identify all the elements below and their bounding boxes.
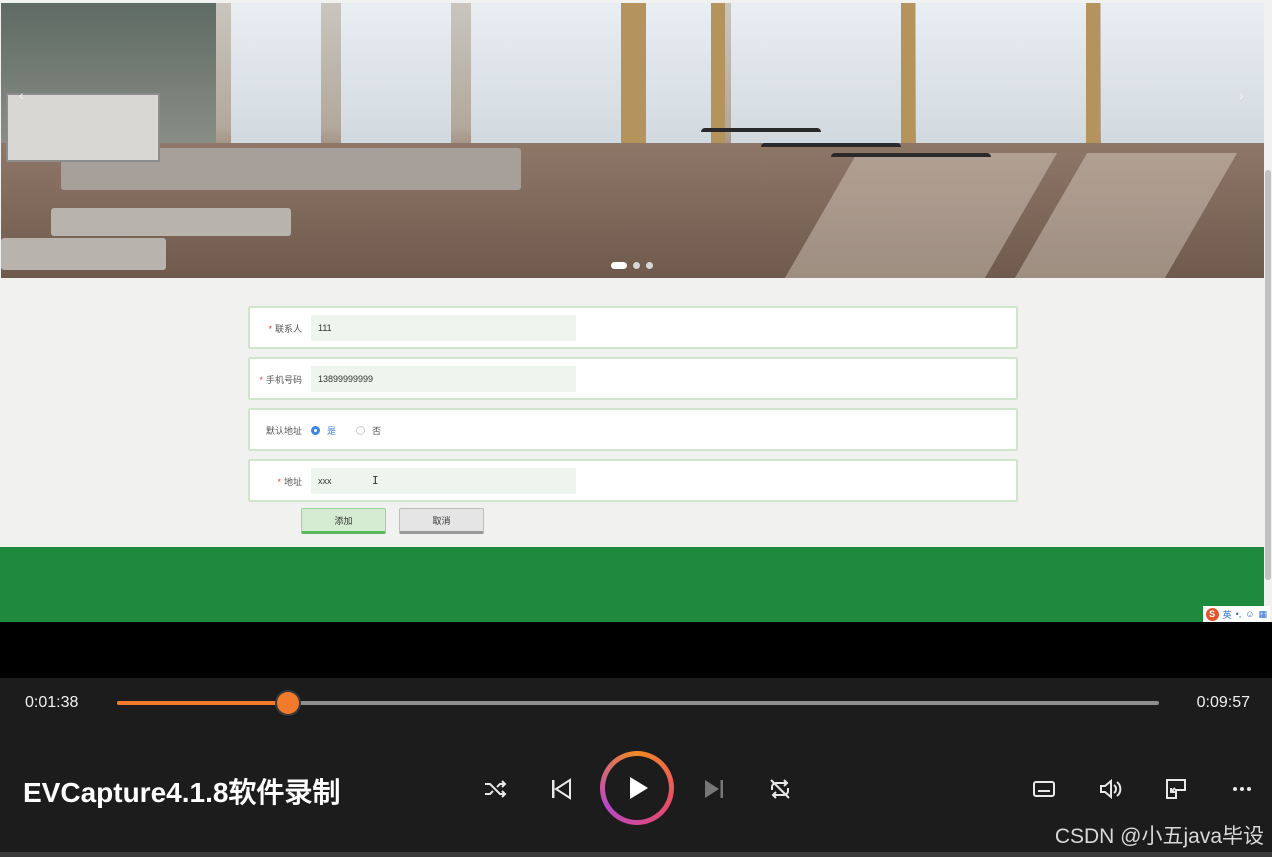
carousel-dots[interactable] <box>611 262 653 269</box>
form-row-default-address: 默认地址 是 否 <box>248 408 1018 451</box>
carousel-prev-icon[interactable]: ‹ <box>19 87 24 103</box>
next-button[interactable] <box>699 774 729 804</box>
page-scrollbar[interactable] <box>1264 0 1272 580</box>
current-time: 0:01:38 <box>25 694 79 711</box>
page-footer <box>0 547 1264 622</box>
repeat-button[interactable] <box>765 774 795 804</box>
total-time: 0:09:57 <box>1196 694 1250 711</box>
shuffle-icon <box>485 780 507 798</box>
more-options-button[interactable] <box>1227 774 1257 804</box>
radio-no[interactable]: 否 <box>356 424 381 437</box>
csdn-watermark: CSDN @小五java毕设 <box>1054 825 1264 848</box>
address-label: * 地址 <box>277 477 302 487</box>
carousel-dot[interactable] <box>646 262 653 269</box>
ime-emoji-icon[interactable]: ☺ <box>1245 609 1254 619</box>
ime-logo-icon: S <box>1205 607 1219 621</box>
seek-bar-progress <box>117 701 289 705</box>
shuffle-button[interactable] <box>480 774 510 804</box>
radio-yes[interactable]: 是 <box>311 424 336 437</box>
cancel-button[interactable]: 取消 <box>399 508 484 534</box>
more-horizontal-icon <box>1233 787 1251 791</box>
carousel-dot[interactable] <box>611 262 627 269</box>
play-icon <box>630 777 648 799</box>
taskbar-edge <box>0 852 1272 857</box>
seek-thumb[interactable] <box>277 692 300 714</box>
ime-punct-icon[interactable]: •, <box>1236 609 1242 619</box>
add-button[interactable]: 添加 <box>301 508 386 534</box>
previous-button[interactable] <box>546 774 576 804</box>
address-form: * 联系人 111 * 手机号码 13899999999 默认地址 是 否 * 地址 … <box>248 306 1018 510</box>
repeat-off-icon <box>770 779 790 799</box>
play-button[interactable] <box>600 751 674 825</box>
video-title: EVCapture4.1.8软件录制 <box>23 777 341 808</box>
phone-input[interactable]: 13899999999 <box>311 366 576 392</box>
form-row-phone: * 手机号码 13899999999 <box>248 357 1018 400</box>
ime-language[interactable]: 英 <box>1223 608 1232 621</box>
default-address-label: 默认地址 <box>265 426 302 436</box>
form-row-address: * 地址 xxx I <box>248 459 1018 502</box>
phone-label: * 手机号码 <box>259 375 302 385</box>
captions-button[interactable] <box>1029 774 1059 804</box>
skip-next-icon <box>705 780 723 798</box>
radio-unchecked-icon <box>356 426 365 435</box>
ime-toolbar[interactable]: S 英 •, ☺ ▦ <box>1202 606 1270 622</box>
ime-keyboard-icon[interactable]: ▦ <box>1258 609 1267 620</box>
hero-banner-image: ‹ › <box>1 3 1264 278</box>
video-player-controls: 0:01:38 0:09:57 EVCapture4.1.8软件录制 CSDN … <box>0 678 1272 857</box>
mini-player-button[interactable] <box>1161 774 1191 804</box>
mini-player-icon <box>1166 779 1186 799</box>
form-row-contact: * 联系人 111 <box>248 306 1018 349</box>
radio-checked-icon <box>311 426 320 435</box>
address-input[interactable]: xxx <box>311 468 576 494</box>
captions-icon <box>1033 781 1055 797</box>
contact-label: * 联系人 <box>268 324 302 334</box>
video-letterbox <box>0 622 1272 678</box>
carousel-next-icon[interactable]: › <box>1239 87 1244 103</box>
contact-input[interactable]: 111 <box>311 315 576 341</box>
skip-previous-icon <box>552 778 571 800</box>
browser-page: ‹ › * 联系人 111 * 手机号码 13899999999 默认地址 是 否 … <box>0 0 1272 622</box>
volume-icon <box>1100 778 1122 800</box>
volume-button[interactable] <box>1095 774 1125 804</box>
scrollbar-thumb[interactable] <box>1265 170 1271 580</box>
seek-bar[interactable] <box>117 692 1159 714</box>
carousel-dot[interactable] <box>633 262 640 269</box>
text-cursor-icon: I <box>372 474 379 487</box>
